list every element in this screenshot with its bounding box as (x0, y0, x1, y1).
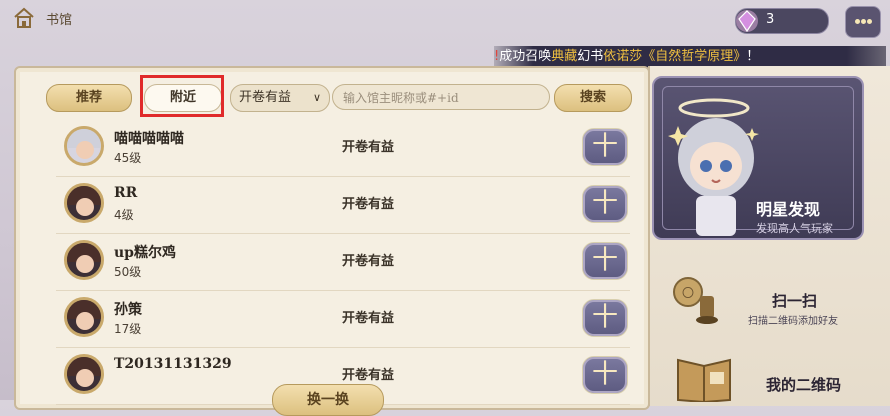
user-level: 4级 (114, 208, 134, 222)
my-qr-code-button[interactable]: 我的二维码 (660, 348, 860, 404)
user-level: 50级 (114, 265, 142, 279)
avatar[interactable] (64, 126, 104, 166)
scan-subtitle: 扫描二维码添加好友 (748, 316, 838, 327)
add-friend-button[interactable]: 十 (582, 299, 628, 337)
plus-icon: 十 (591, 188, 619, 219)
user-tag: 开卷有益 (342, 311, 395, 326)
plus-icon: 十 (591, 302, 619, 333)
book-icon (674, 350, 734, 404)
scan-button[interactable]: 〇 扫一扫 扫描二维码添加好友 (660, 266, 860, 330)
list-item: 喵喵喵喵喵 45级 开卷有益 十 (56, 120, 630, 177)
star-discovery-subtitle: 发现高人气玩家 (756, 222, 833, 235)
filter-select-value: 开卷有益 (239, 90, 292, 105)
home-icon[interactable] (12, 6, 36, 30)
add-friend-button[interactable]: 十 (582, 128, 628, 166)
avatar[interactable] (64, 240, 104, 280)
gem-count: 3 (766, 12, 775, 27)
character-illustration (666, 86, 766, 236)
list-item: up糕尔鸡 50级 开卷有益 十 (56, 234, 630, 291)
chat-button[interactable] (845, 6, 881, 38)
plus-icon: 十 (591, 245, 619, 276)
tab-recommend[interactable]: 推荐 (46, 84, 132, 112)
page-title: 书馆 (46, 13, 73, 28)
chevron-down-icon: ∨ (312, 91, 321, 104)
user-tag: 开卷有益 (342, 140, 395, 155)
user-name: 喵喵喵喵喵 (114, 131, 184, 147)
list-item: RR 4级 开卷有益 十 (56, 177, 630, 234)
chat-dot-icon (861, 19, 866, 24)
add-friend-button[interactable]: 十 (582, 185, 628, 223)
list-item: 孙策 17级 开卷有益 十 (56, 291, 630, 348)
plus-icon: 十 (591, 359, 619, 390)
ticker-segment: 依诺莎《自然哲学原理》 (603, 49, 747, 64)
plus-icon: 十 (591, 131, 619, 162)
user-level: 17级 (114, 322, 142, 336)
top-bar: 书馆 3 (0, 0, 890, 44)
avatar[interactable] (64, 297, 104, 337)
refresh-button[interactable]: 换一换 (272, 384, 384, 416)
ticker-segment: 成功召唤 (499, 49, 552, 64)
svg-text:〇: 〇 (682, 286, 694, 300)
user-name: up糕尔鸡 (114, 245, 176, 261)
scan-title: 扫一扫 (772, 292, 818, 310)
search-input[interactable]: 输入馆主昵称或#+id (332, 84, 550, 110)
add-friend-button[interactable]: 十 (582, 242, 628, 280)
add-friend-button[interactable]: 十 (582, 356, 628, 394)
user-tag: 开卷有益 (342, 197, 395, 212)
ticker-segment: ！ (746, 49, 760, 64)
ticker-segment: 幻书 (577, 49, 604, 64)
seal-stamp-icon: 〇 (666, 270, 726, 326)
search-button[interactable]: 搜索 (554, 84, 632, 112)
star-discovery-title: 明星发现 (756, 200, 821, 219)
chat-dot-icon (855, 19, 860, 24)
avatar[interactable] (64, 354, 104, 394)
announcement-ticker: !成功召唤典藏幻书依诺莎《自然哲学原理》！ (494, 46, 886, 68)
user-name: RR (114, 185, 138, 201)
user-name: T20131131329 (114, 356, 232, 372)
user-tag: 开卷有益 (342, 368, 395, 383)
ticker-segment: 典藏 (551, 49, 578, 64)
gem-icon (732, 6, 762, 36)
user-list: 喵喵喵喵喵 45级 开卷有益 十 RR 4级 开卷有益 十 up糕尔鸡 50级 … (56, 120, 630, 405)
avatar[interactable] (64, 183, 104, 223)
my-qr-code-title: 我的二维码 (766, 376, 842, 394)
chat-dot-icon (867, 19, 872, 24)
filter-select[interactable]: 开卷有益 ∨ (230, 84, 330, 112)
highlight-box (140, 75, 224, 117)
user-tag: 开卷有益 (342, 254, 395, 269)
search-row: 推荐 附近 开卷有益 ∨ 输入馆主昵称或#+id 搜索 (40, 84, 640, 114)
gem-counter[interactable]: 3 (735, 8, 829, 34)
user-name: 孙策 (114, 302, 142, 318)
star-discovery-card[interactable]: 明星发现 发现高人气玩家 (652, 76, 864, 240)
user-level: 45级 (114, 151, 142, 165)
